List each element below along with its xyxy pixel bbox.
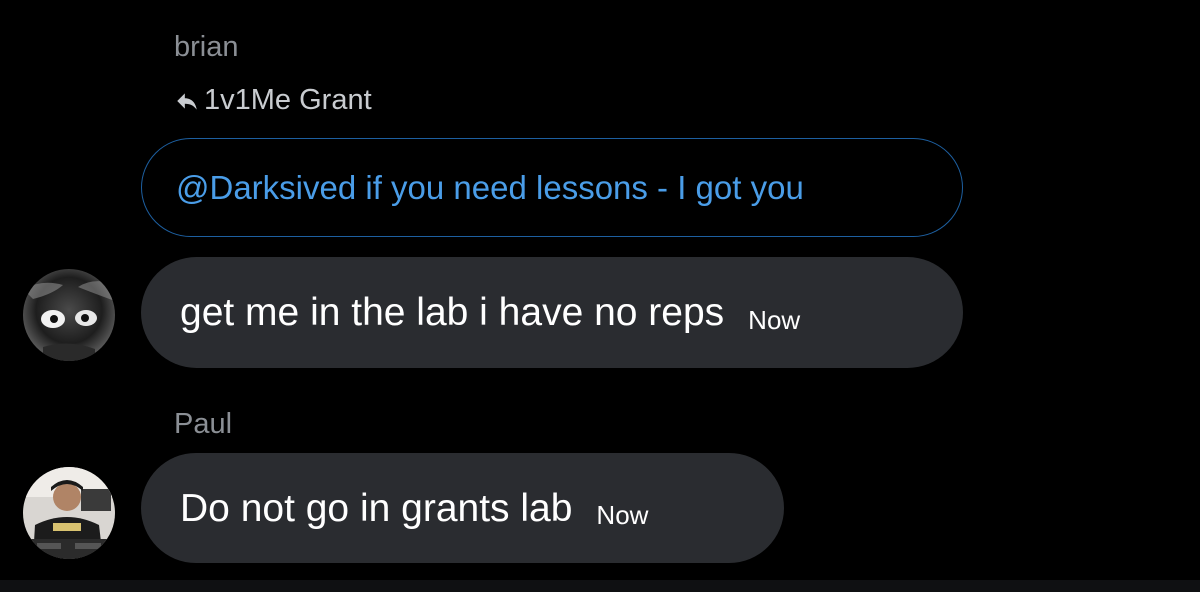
avatar-dark-character-icon[interactable] — [23, 269, 115, 361]
message-text: get me in the lab i have no reps — [180, 291, 725, 334]
sender-name-paul: Paul — [174, 408, 233, 440]
bottom-divider — [0, 580, 1200, 592]
message-timestamp: Now — [748, 304, 801, 335]
reply-to-name: 1v1Me Grant — [204, 84, 372, 116]
message-bubble-brian[interactable]: get me in the lab i have no reps Now — [141, 257, 963, 368]
message-bubble-paul[interactable]: Do not go in grants lab Now — [141, 453, 784, 563]
avatar-person-photo-icon[interactable] — [23, 467, 115, 559]
reply-arrow-icon — [174, 88, 200, 114]
dm-conversation: brian 1v1Me Grant @Darksived if you need… — [0, 0, 1200, 580]
reply-indicator[interactable]: 1v1Me Grant — [174, 86, 372, 115]
quoted-message-text: @Darksived if you need lessons - I got y… — [176, 168, 804, 206]
quoted-message-bubble[interactable]: @Darksived if you need lessons - I got y… — [141, 138, 963, 237]
message-text: Do not go in grants lab — [180, 486, 573, 530]
message-timestamp: Now — [596, 500, 649, 530]
sender-name-brian: brian — [174, 31, 239, 63]
